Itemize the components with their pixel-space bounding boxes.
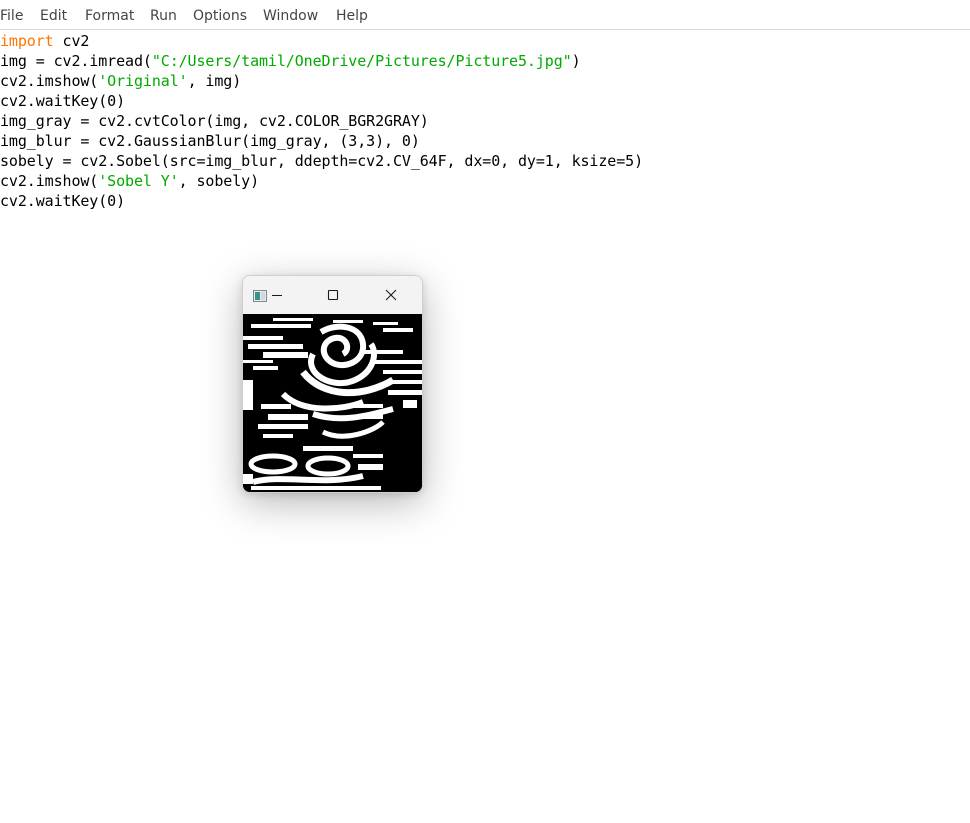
code-text: cv2 bbox=[53, 32, 90, 50]
code-text: sobely = cv2.Sobel(src=img_blur, ddepth=… bbox=[0, 152, 644, 170]
code-editor[interactable]: import cv2 img = cv2.imread("C:/Users/ta… bbox=[0, 31, 970, 823]
code-line-2[interactable]: img = cv2.imread("C:/Users/tamil/OneDriv… bbox=[0, 51, 581, 71]
menu-help[interactable]: Help bbox=[336, 0, 368, 29]
code-line-8[interactable]: cv2.imshow('Sobel Y', sobely) bbox=[0, 171, 259, 191]
code-line-1[interactable]: import cv2 bbox=[0, 31, 89, 51]
code-line-5[interactable]: img_gray = cv2.cvtColor(img, cv2.COLOR_B… bbox=[0, 111, 429, 131]
code-text: img_blur = cv2.GaussianBlur(img_gray, (3… bbox=[0, 132, 420, 150]
minimize-icon[interactable] bbox=[257, 276, 297, 314]
close-icon[interactable] bbox=[371, 276, 411, 314]
code-text: cv2.imshow( bbox=[0, 172, 99, 190]
menu-edit[interactable]: Edit bbox=[40, 0, 67, 29]
opencv-image-window[interactable] bbox=[242, 275, 423, 493]
menu-bar: File Edit Format Run Options Window Help bbox=[0, 0, 970, 30]
window-title-bar[interactable] bbox=[243, 276, 422, 314]
string-literal: 'Sobel Y' bbox=[98, 172, 179, 190]
menu-run[interactable]: Run bbox=[150, 0, 177, 29]
code-text: cv2.waitKey(0) bbox=[0, 192, 126, 210]
string-literal: "C:/Users/tamil/OneDrive/Pictures/Pictur… bbox=[151, 52, 572, 70]
menu-window[interactable]: Window bbox=[263, 0, 318, 29]
code-line-7[interactable]: sobely = cv2.Sobel(src=img_blur, ddepth=… bbox=[0, 151, 643, 171]
code-text: cv2.waitKey(0) bbox=[0, 92, 126, 110]
code-text: , img) bbox=[187, 72, 242, 90]
menu-format[interactable]: Format bbox=[85, 0, 134, 29]
code-text: img_gray = cv2.cvtColor(img, cv2.COLOR_B… bbox=[0, 112, 429, 130]
maximize-icon[interactable] bbox=[313, 276, 353, 314]
code-text: , sobely) bbox=[178, 172, 260, 190]
code-line-4[interactable]: cv2.waitKey(0) bbox=[0, 91, 125, 111]
keyword: import bbox=[0, 32, 54, 50]
code-text: img = cv2.imread( bbox=[0, 52, 152, 70]
code-text: ) bbox=[571, 52, 581, 70]
code-line-6[interactable]: img_blur = cv2.GaussianBlur(img_gray, (3… bbox=[0, 131, 420, 151]
sobel-edge-image bbox=[243, 314, 422, 492]
string-literal: 'Original' bbox=[98, 72, 188, 90]
menu-options[interactable]: Options bbox=[193, 0, 247, 29]
code-text: cv2.imshow( bbox=[0, 72, 99, 90]
code-line-9[interactable]: cv2.waitKey(0) bbox=[0, 191, 125, 211]
menu-file[interactable]: File bbox=[0, 0, 23, 29]
code-line-3[interactable]: cv2.imshow('Original', img) bbox=[0, 71, 241, 91]
